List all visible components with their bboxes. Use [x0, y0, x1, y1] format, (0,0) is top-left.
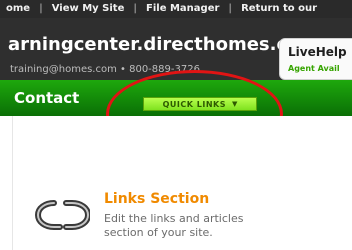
separator: |	[228, 3, 233, 14]
livehelp-status: Agent Avail	[288, 64, 340, 73]
site-name: arningcenter.directhomes.com	[8, 34, 319, 55]
separator: |	[39, 3, 43, 14]
top-links: ome | View My Site | File Manager | Retu…	[6, 3, 317, 14]
top-link-view-site[interactable]: View My Site	[52, 3, 125, 14]
top-link-home[interactable]: ome	[6, 3, 30, 14]
links-section-title[interactable]: Links Section	[104, 191, 209, 207]
content-divider	[12, 116, 13, 250]
livehelp-widget[interactable]: LiveHelp Agent Avail	[279, 38, 352, 80]
links-section-description: Edit the links and articles section of y…	[104, 212, 244, 239]
nav-contact[interactable]: Contact	[14, 89, 79, 107]
top-link-return[interactable]: Return to our	[241, 3, 317, 14]
links-icon	[34, 200, 90, 230]
livehelp-title: LiveHelp	[288, 45, 347, 59]
cms-page: ome | View My Site | File Manager | Retu…	[0, 0, 352, 250]
separator: |	[133, 3, 138, 14]
top-link-file-manager[interactable]: File Manager	[146, 3, 219, 14]
top-navigation-bar: ome | View My Site | File Manager | Retu…	[0, 0, 352, 18]
